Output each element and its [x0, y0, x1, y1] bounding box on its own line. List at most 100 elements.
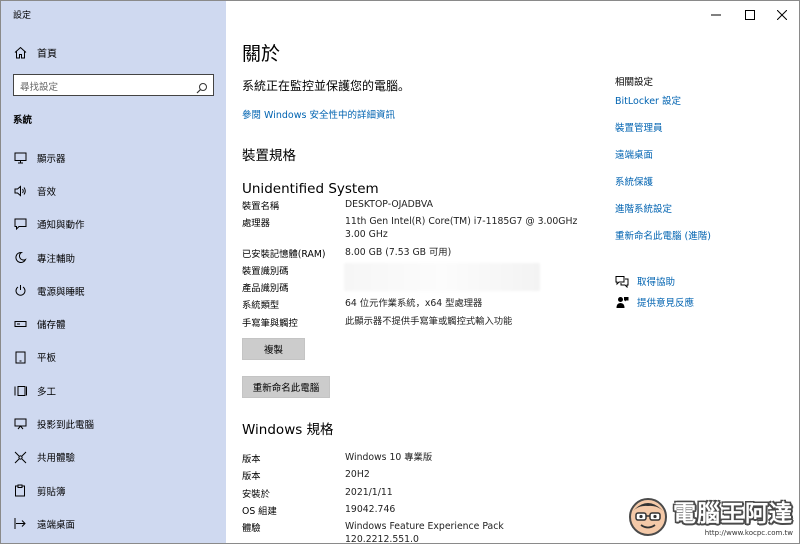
sidebar-item-label: 儲存體 — [37, 320, 66, 332]
spec-row-ram: 已安裝記憶體(RAM) 8.00 GB (7.53 GB 可用) — [242, 246, 582, 260]
multitask-icon — [13, 384, 27, 398]
sidebar-item-label: 共用體驗 — [37, 453, 76, 465]
protection-status-text: 系統正在監控並保護您的電腦。 — [242, 79, 411, 93]
spec-key: 裝置識別碼 — [242, 266, 289, 277]
winspec-row-version: 版本 20H2 — [242, 468, 582, 482]
close-icon — [776, 5, 788, 24]
get-help-label[interactable]: 取得協助 — [637, 274, 675, 288]
remote-icon — [13, 517, 27, 531]
sidebar-item-label: 顯示器 — [37, 153, 66, 165]
feedback-label[interactable]: 提供意見反應 — [637, 295, 694, 309]
clipboard-icon — [13, 484, 27, 498]
spec-key: 處理器 — [242, 218, 270, 229]
minimize-icon — [711, 5, 721, 24]
page-title: 關於 — [242, 43, 281, 65]
spec-value: DESKTOP-OJADBVA — [345, 199, 433, 210]
spec-key: 體驗 — [242, 523, 261, 534]
search-icon[interactable] — [196, 79, 208, 94]
remote-desktop-link[interactable]: 遠端桌面 — [615, 147, 653, 161]
sidebar-item-label: 電源與睡眠 — [37, 286, 85, 298]
spec-value: 64 位元作業系統，x64 型處理器 — [345, 298, 483, 309]
storage-icon — [13, 317, 27, 331]
settings-window: 設定 首頁 系統 顯示器 音效 通知與動作 — [0, 0, 800, 544]
tablet-icon — [13, 350, 27, 364]
spec-key: 裝置名稱 — [242, 201, 280, 212]
sidebar-item-shared-experiences[interactable]: 共用體驗 — [1, 441, 226, 474]
maximize-button[interactable] — [733, 1, 767, 27]
sidebar-item-display[interactable]: 顯示器 — [1, 141, 226, 174]
sidebar-item-notifications[interactable]: 通知與動作 — [1, 208, 226, 241]
sidebar-item-tablet[interactable]: 平板 — [1, 341, 226, 374]
sidebar-item-label: 遠端桌面 — [37, 519, 76, 531]
sidebar-item-focus-assist[interactable]: 專注輔助 — [1, 241, 226, 274]
bitlocker-settings-link[interactable]: BitLocker 設定 — [615, 93, 681, 107]
sidebar-item-remote-desktop[interactable]: 遠端桌面 — [1, 507, 226, 540]
spec-row-system-type: 系統類型 64 位元作業系統，x64 型處理器 — [242, 297, 582, 311]
winspec-row-edition: 版本 Windows 10 專業版 — [242, 451, 582, 465]
rename-pc-advanced-link[interactable]: 重新命名此電腦 (進階) — [615, 228, 711, 242]
minimize-button[interactable] — [699, 1, 733, 27]
spec-value: 19042.746 — [345, 504, 396, 515]
watermark: 電腦王阿達 http://www.kocpc.com.tw — [627, 495, 793, 537]
redacted-ids — [344, 263, 540, 291]
watermark-url: http://www.kocpc.com.tw — [704, 529, 793, 537]
nav-home-label: 首頁 — [37, 49, 57, 60]
sidebar-item-label: 專注輔助 — [37, 253, 76, 265]
sidebar-item-label: 音效 — [37, 186, 57, 198]
mascot-logo-icon — [627, 495, 669, 537]
spec-value: Windows Feature Experience Pack 120.2212… — [345, 521, 504, 544]
sidebar-item-power[interactable]: 電源與睡眠 — [1, 274, 226, 307]
watermark-brand: 電腦王阿達 — [673, 501, 793, 527]
spec-key: 系統類型 — [242, 300, 280, 311]
security-details-link[interactable]: 參閱 Windows 安全性中的詳細資訊 — [242, 107, 395, 121]
winspec-row-os-build: OS 組建 19042.746 — [242, 503, 582, 517]
watermark-text-group: 電腦王阿達 http://www.kocpc.com.tw — [673, 501, 793, 537]
sidebar-item-project[interactable]: 投影到此電腦 — [1, 407, 226, 440]
sidebar-item-storage[interactable]: 儲存體 — [1, 307, 226, 340]
sidebar-item-multitasking[interactable]: 多工 — [1, 374, 226, 407]
spec-key: 安裝於 — [242, 489, 270, 500]
sidebar-item-label: 投影到此電腦 — [37, 420, 95, 432]
device-spec-heading: 裝置規格 — [242, 148, 296, 164]
nav-home[interactable]: 首頁 — [13, 45, 57, 60]
spec-value: Windows 10 專業版 — [345, 452, 433, 463]
windows-spec-heading: Windows 規格 — [242, 422, 334, 438]
winspec-row-installed-on: 安裝於 2021/1/11 — [242, 486, 582, 500]
search-box[interactable] — [13, 74, 214, 98]
sidebar-item-label: 多工 — [37, 386, 57, 398]
spec-key: 版本 — [242, 471, 261, 482]
spec-key: OS 組建 — [242, 506, 277, 517]
sidebar-nav-list: 顯示器 音效 通知與動作 專注輔助 電源與睡眠 儲存體 平板 多工 投影到此電腦… — [1, 141, 226, 541]
spec-row-pen-touch: 手寫筆與觸控 此顯示器不提供手寫筆或觸控式輸入功能 — [242, 315, 582, 329]
spec-value: 2021/1/11 — [345, 487, 393, 498]
system-protection-link[interactable]: 系統保護 — [615, 174, 653, 188]
spec-key: 版本 — [242, 454, 261, 465]
share-icon — [13, 450, 27, 464]
project-icon — [13, 417, 27, 431]
sidebar-section-label: 系統 — [13, 115, 33, 126]
sidebar-item-label: 通知與動作 — [37, 220, 85, 232]
maximize-icon — [745, 5, 755, 24]
device-manager-link[interactable]: 裝置管理員 — [615, 120, 663, 134]
copy-button[interactable]: 複製 — [242, 338, 305, 360]
sidebar-item-clipboard[interactable]: 剪貼簿 — [1, 474, 226, 507]
home-icon — [13, 46, 27, 60]
close-button[interactable] — [765, 1, 799, 27]
sidebar-item-sound[interactable]: 音效 — [1, 174, 226, 207]
speaker-icon — [13, 184, 27, 198]
get-help-link[interactable]: 取得協助 — [615, 274, 675, 288]
related-settings-title: 相關設定 — [615, 77, 654, 88]
sidebar: 設定 首頁 系統 顯示器 音效 通知與動作 — [1, 1, 226, 543]
related-settings-panel: 相關設定 BitLocker 設定 裝置管理員 遠端桌面 系統保護 進階系統設定… — [601, 1, 799, 543]
feedback-link[interactable]: 提供意見反應 — [615, 295, 694, 309]
spec-value: 此顯示器不提供手寫筆或觸控式輸入功能 — [345, 316, 513, 327]
spec-row-processor: 處理器 11th Gen Intel(R) Core(TM) i7-1185G7… — [242, 215, 582, 243]
search-input[interactable] — [14, 77, 192, 98]
sidebar-item-label: 平板 — [37, 353, 57, 365]
sidebar-item-label: 剪貼簿 — [37, 486, 66, 498]
advanced-system-settings-link[interactable]: 進階系統設定 — [615, 201, 672, 215]
spec-key: 產品識別碼 — [242, 283, 289, 294]
winspec-row-experience: 體驗 Windows Feature Experience Pack 120.2… — [242, 520, 582, 543]
rename-pc-button[interactable]: 重新命名此電腦 — [242, 376, 330, 398]
main-content: 關於 系統正在監控並保護您的電腦。 參閱 Windows 安全性中的詳細資訊 裝… — [226, 1, 601, 543]
